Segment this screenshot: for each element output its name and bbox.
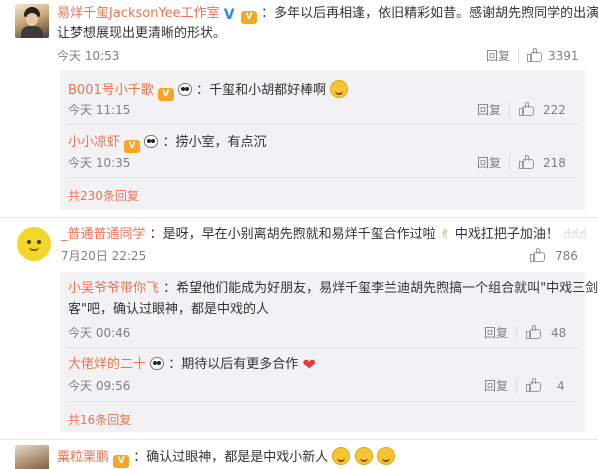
laugh-emoji-icon (330, 80, 349, 98)
action-divider (509, 156, 510, 170)
comment-text: ：确认过眼神，都是是中戏小新人 (133, 450, 329, 465)
comment-text: ：多年以后再相逢，依旧精彩如昔。感谢胡先煦同学的出演， (261, 6, 598, 21)
like-count: 218 (543, 156, 566, 170)
like-count: 4 (557, 379, 565, 393)
reply-button[interactable]: 回复 (484, 377, 508, 395)
like-count: 48 (551, 326, 567, 340)
reply-time: 今天 00:46 (68, 326, 131, 340)
reply-button[interactable]: 回复 (477, 101, 501, 119)
reply-button[interactable]: 回复 (486, 47, 510, 65)
laugh-emoji-icon (354, 447, 373, 465)
comment-2-line1: _普通普通同学 ：是呀，早在小别离胡先煦就和易烊千玺合作过啦 ✌ 中戏扛把子加油… (61, 226, 587, 244)
reply-text: ：千玺和小胡都好棒啊 (196, 83, 327, 98)
more-replies-link[interactable]: 共230条回复 (68, 187, 139, 205)
like-icon[interactable] (519, 102, 535, 116)
reply-text: ：捞小室，有点沉 (162, 135, 267, 150)
comment-user-link[interactable]: _普通普通同学 (61, 227, 146, 242)
laugh-emoji-icon (332, 447, 351, 465)
verified-badge-icon: V (223, 7, 235, 23)
vip-badge-icon: V (157, 88, 174, 101)
comment-text-cont: 让梦想展现出更清晰的形状。 (57, 26, 227, 41)
reply-4-line: 大佬烊的二十 ：期待以后有更多合作 ❤ (68, 356, 316, 374)
reply-text: ：希望他们能成为好朋友，易烊千玺李兰迪胡先煦搞一个组合就叫"中戏三剑 (163, 281, 598, 296)
comment-1-line1: 易烊千玺JacksonYee工作室 V V ：多年以后再相逢，依旧精彩如昔。感谢… (57, 5, 598, 24)
comment-3-line1: 粟粒栗鹏 V ：确认过眼神，都是是中戏小新人 (57, 447, 395, 468)
panda-badge-icon (150, 357, 165, 370)
action-divider (516, 379, 517, 393)
reply-button[interactable]: 回复 (484, 324, 508, 342)
comment-user-link[interactable]: 粟粒栗鹏 (57, 450, 109, 465)
ok-hand-emoji-icon: ✌ (439, 227, 451, 242)
panda-badge-icon (178, 83, 193, 96)
action-divider (518, 49, 519, 63)
reply-3-line2: 客"吧，确认过眼神，都是中戏的人 (68, 301, 269, 319)
comment-separator (0, 439, 598, 440)
like-icon[interactable] (526, 325, 542, 339)
more-replies-link[interactable]: 共16条回复 (68, 411, 131, 429)
avatar[interactable] (17, 227, 51, 261)
comment-separator (0, 217, 598, 218)
reply-time: 今天 10:35 (68, 156, 131, 170)
comment-1-line2: 让梦想展现出更清晰的形状。 (57, 25, 226, 43)
comment-time: 7月20日 22:25 (61, 249, 147, 263)
comment-text: ：是呀，早在小别离胡先煦就和易烊千玺合作过啦 (149, 227, 436, 242)
reply-1-line: B001号小千歌 V ：千玺和小胡都好棒啊 (68, 80, 349, 101)
like-count: 786 (555, 249, 578, 263)
comment-user-link[interactable]: 易烊千玺JacksonYee工作室 (57, 6, 220, 21)
reply-separator (66, 177, 578, 178)
vip-badge-icon: V (124, 140, 141, 153)
reply-separator (66, 347, 578, 348)
reply-user-link[interactable]: 小吴爷爷带你飞 (68, 281, 159, 296)
reply-separator (66, 124, 578, 125)
reply-user-link[interactable]: 大佬烊的二十 (68, 357, 146, 372)
like-count: 222 (543, 103, 566, 117)
action-divider (509, 103, 510, 117)
vip-badge-icon: V (113, 455, 130, 468)
avatar[interactable] (15, 4, 49, 38)
panda-badge-icon (144, 135, 159, 148)
heart-emoji-icon: ❤ (302, 355, 316, 374)
reply-text: ：期待以后有更多合作 (168, 357, 299, 372)
reply-user-link[interactable]: B001号小千歌 (68, 83, 154, 98)
comment-text-cont: 中戏扛把子加油！ (454, 227, 559, 242)
like-icon[interactable] (526, 378, 542, 392)
reply-button[interactable]: 回复 (477, 154, 501, 172)
action-divider (516, 326, 517, 340)
reply-text-cont: 客"吧，确认过眼神，都是中戏的人 (68, 302, 269, 317)
like-count: 3391 (548, 49, 579, 63)
avatar[interactable] (15, 445, 49, 469)
reply-time: 今天 11:15 (68, 103, 131, 117)
comment-time: 今天 10:53 (57, 49, 120, 63)
like-icon[interactable] (530, 248, 546, 262)
clap-emoji-icon: ☝☝☝ (563, 227, 587, 242)
reply-3-line1: 小吴爷爷带你飞 ：希望他们能成为好朋友，易烊千玺李兰迪胡先煦搞一个组合就叫"中戏… (68, 280, 598, 298)
like-icon[interactable] (527, 48, 543, 62)
reply-separator (66, 401, 578, 402)
vip-badge-icon: V (240, 11, 257, 24)
reply-user-link[interactable]: 小小凉虾 (68, 135, 120, 150)
like-icon[interactable] (519, 155, 535, 169)
reply-time: 今天 09:56 (68, 379, 131, 393)
laugh-emoji-icon (376, 447, 395, 465)
reply-2-line: 小小凉虾 V ：捞小室，有点沉 (68, 134, 266, 153)
